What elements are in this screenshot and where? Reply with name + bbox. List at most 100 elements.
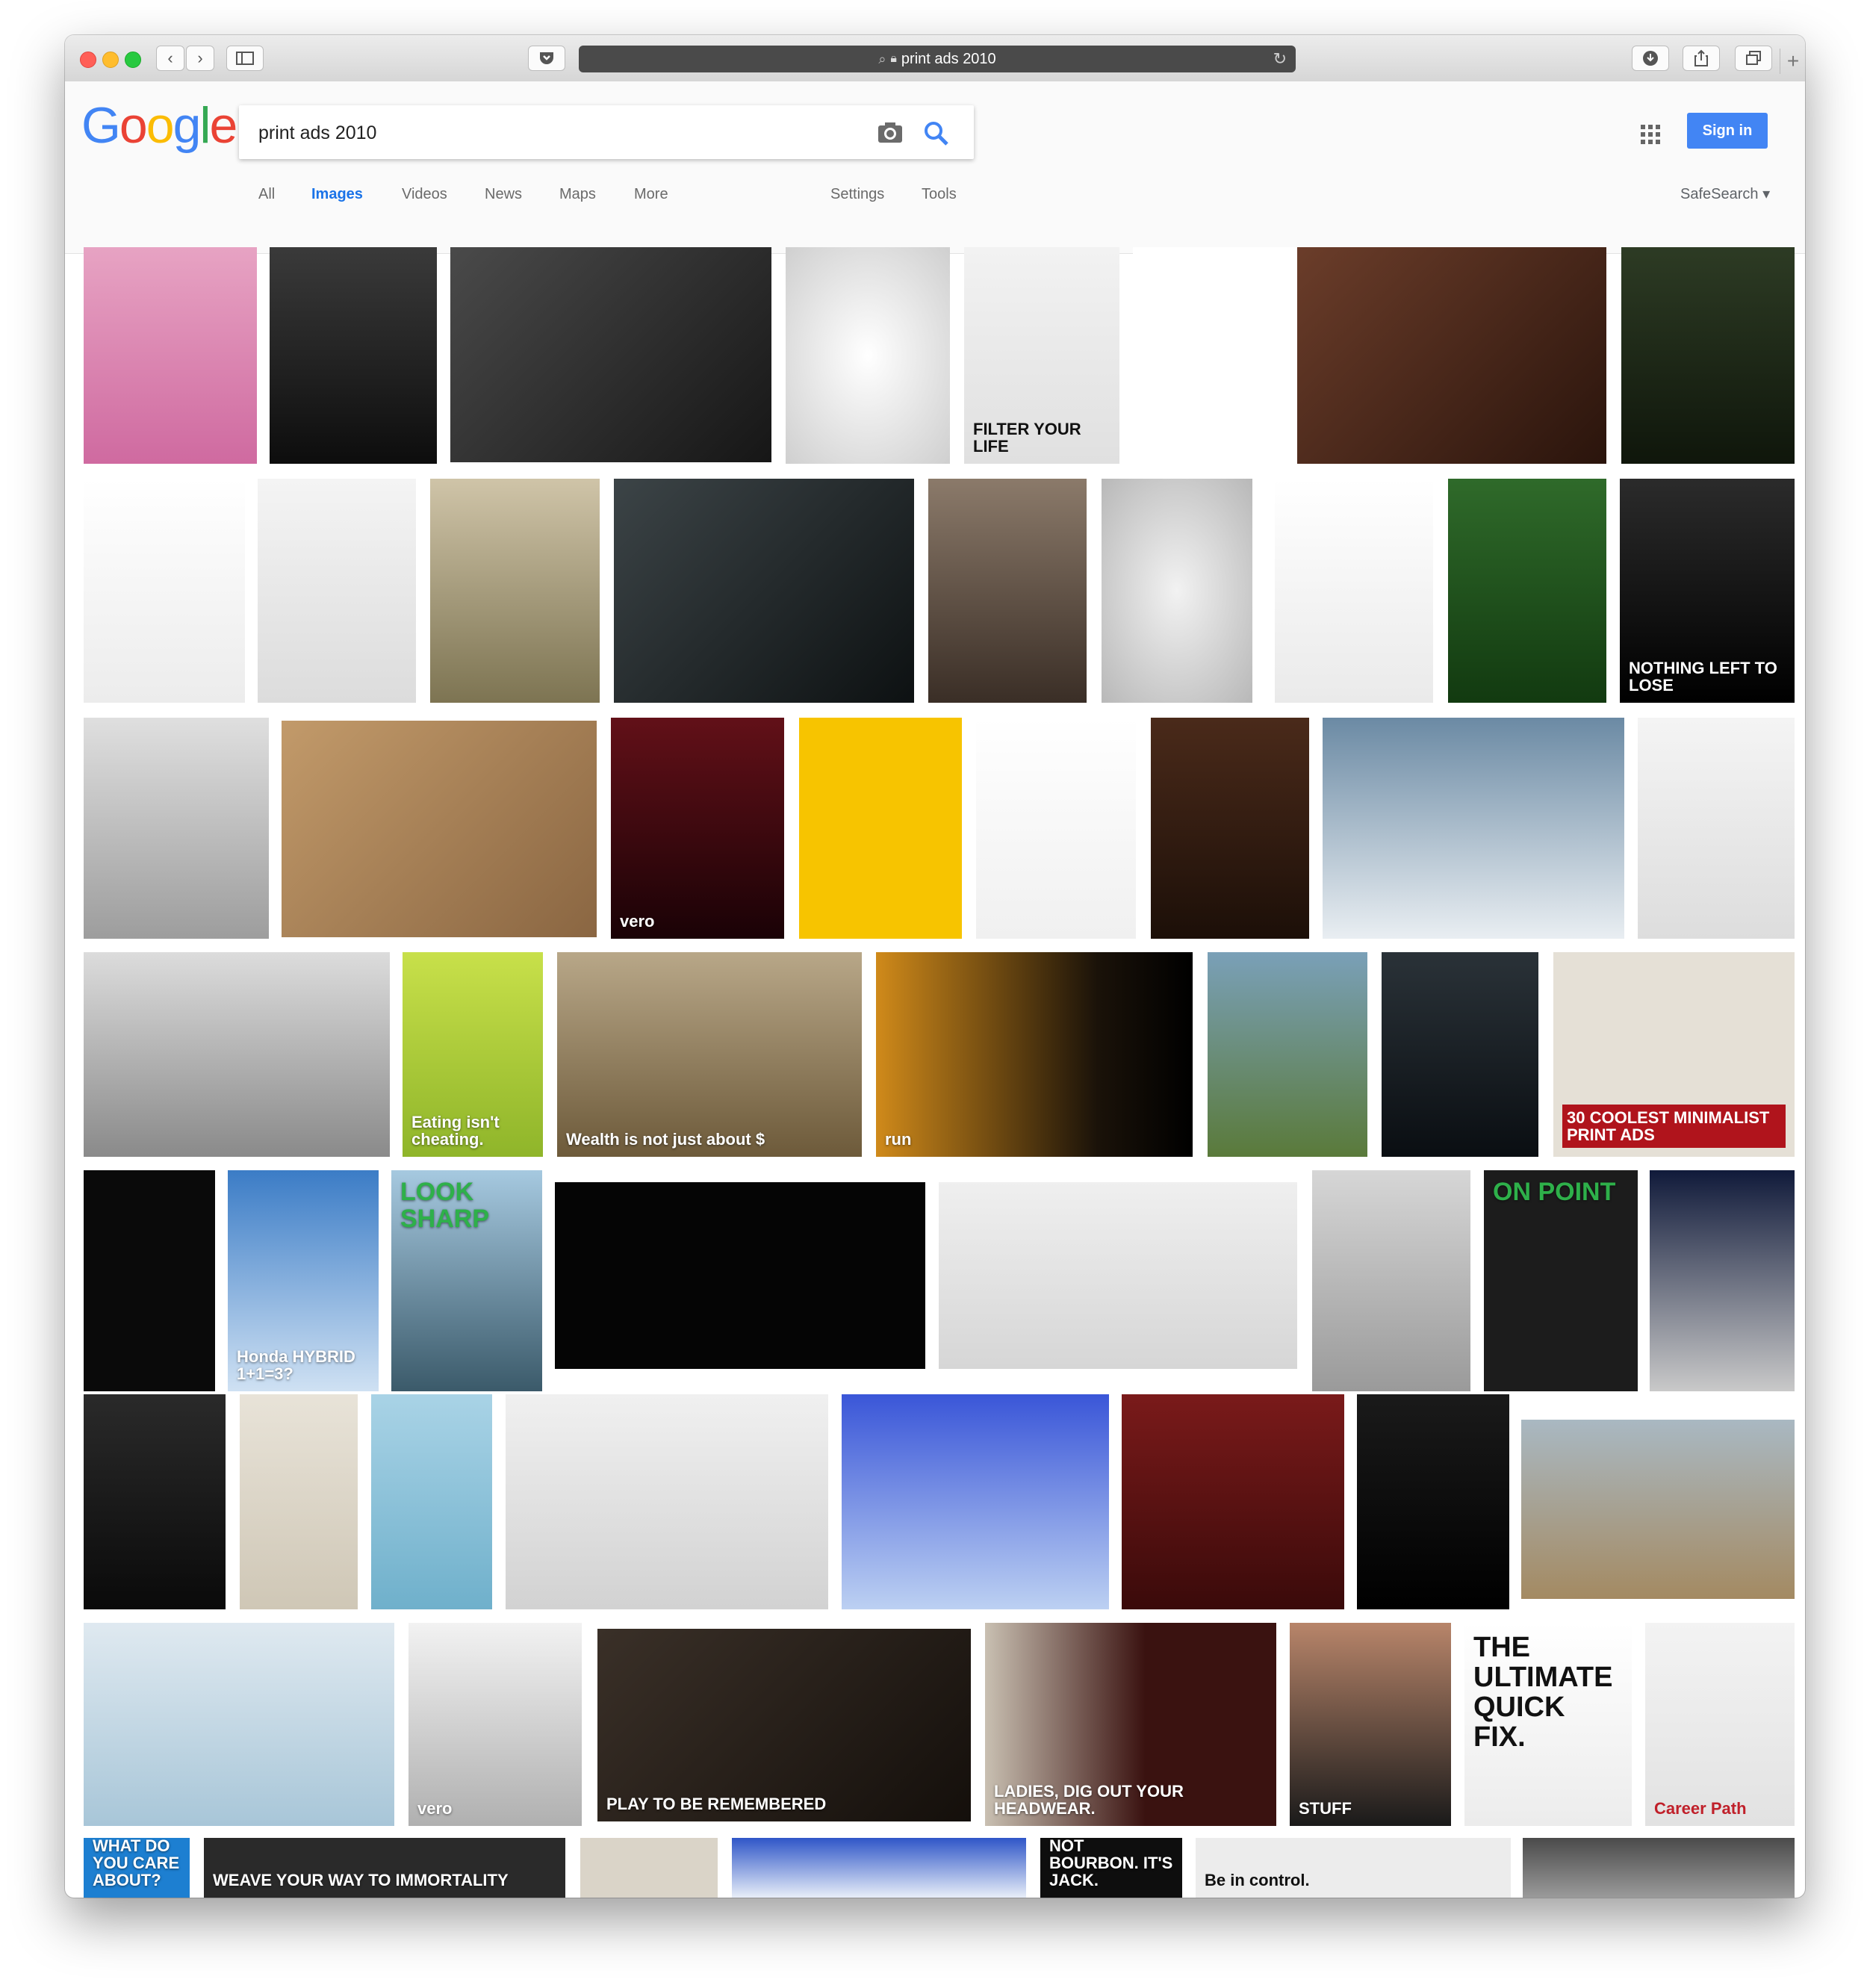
image-result-thumbnail[interactable] (842, 1394, 1109, 1609)
tab-videos[interactable]: Videos (402, 186, 447, 203)
image-result-thumbnail[interactable] (1323, 718, 1624, 939)
image-result-thumbnail[interactable] (430, 479, 600, 703)
image-result-thumbnail[interactable]: PLAY TO BE REMEMBERED (597, 1629, 971, 1821)
sign-in-button[interactable]: Sign in (1687, 113, 1768, 149)
share-button[interactable] (1683, 46, 1720, 71)
image-result-thumbnail[interactable]: LOOK SHARP (391, 1170, 542, 1391)
settings-link[interactable]: Settings (830, 186, 884, 203)
back-button[interactable]: ‹ (156, 46, 184, 71)
image-result-thumbnail[interactable] (270, 247, 437, 464)
image-result-thumbnail[interactable]: THE ULTIMATE QUICK FIX. (1464, 1623, 1632, 1826)
thumbnail-caption: THE ULTIMATE QUICK FIX. (1473, 1632, 1613, 1753)
tools-link[interactable]: Tools (922, 186, 957, 203)
image-result-thumbnail[interactable] (1275, 479, 1433, 703)
image-result-thumbnail[interactable] (450, 247, 771, 462)
image-result-thumbnail[interactable] (1312, 1170, 1470, 1391)
image-result-thumbnail[interactable]: NOTHING LEFT TO LOSE (1620, 479, 1795, 703)
image-result-thumbnail[interactable]: WEAVE YOUR WAY TO IMMORTALITY (204, 1838, 565, 1898)
image-result-thumbnail[interactable]: WHAT DO YOU CARE ABOUT? (84, 1838, 190, 1898)
address-bar[interactable]: ⌕ 🔒︎ print ads 2010 ↻ (579, 46, 1296, 72)
url-text: print ads 2010 (901, 50, 996, 67)
image-result-thumbnail[interactable]: Wealth is not just about $ (557, 952, 862, 1157)
safesearch-dropdown[interactable]: SafeSearch ▾ (1680, 184, 1770, 203)
image-result-thumbnail[interactable] (1382, 952, 1538, 1157)
image-result-thumbnail[interactable] (976, 718, 1136, 939)
image-result-thumbnail[interactable] (84, 1623, 394, 1826)
pocket-button[interactable] (528, 46, 565, 71)
image-result-thumbnail[interactable] (1102, 479, 1252, 703)
image-result-thumbnail[interactable] (1638, 718, 1795, 939)
image-result-thumbnail[interactable] (786, 247, 950, 464)
forward-button[interactable]: › (186, 46, 214, 71)
image-result-thumbnail[interactable]: IT'S NOT SCOTCH. IT'S NOT BOURBON. IT'S … (1040, 1838, 1182, 1898)
image-result-thumbnail[interactable] (1297, 247, 1606, 464)
image-result-thumbnail[interactable] (371, 1394, 492, 1609)
image-result-thumbnail[interactable]: Be in control. (1196, 1838, 1511, 1898)
image-result-thumbnail[interactable] (84, 479, 245, 703)
image-result-thumbnail[interactable] (84, 1394, 226, 1609)
minimize-window-button[interactable] (102, 52, 119, 68)
image-result-thumbnail[interactable] (258, 479, 416, 703)
tab-maps[interactable]: Maps (559, 186, 596, 203)
reload-icon[interactable]: ↻ (1273, 49, 1287, 69)
google-logo[interactable]: Google (81, 96, 237, 155)
image-result-thumbnail[interactable] (732, 1838, 1026, 1898)
image-result-thumbnail[interactable] (1521, 1420, 1795, 1599)
thumbnail-caption: ON POINT (1493, 1178, 1616, 1206)
image-result-thumbnail[interactable]: STUFF (1290, 1623, 1451, 1826)
image-result-thumbnail[interactable] (799, 718, 962, 939)
image-result-thumbnail[interactable]: Honda HYBRID 1+1=3? (228, 1170, 379, 1391)
tab-all[interactable]: All (258, 186, 275, 203)
image-result-thumbnail[interactable] (84, 247, 257, 464)
thumbnail-caption: vero (620, 911, 655, 931)
apps-grid-icon[interactable] (1641, 125, 1660, 144)
image-result-thumbnail[interactable] (84, 718, 269, 939)
image-result-thumbnail[interactable] (506, 1394, 828, 1609)
new-tab-button[interactable]: + (1780, 49, 1805, 74)
image-result-thumbnail[interactable]: vero (611, 718, 784, 939)
image-result-thumbnail[interactable]: FILTER YOUR LIFE (964, 247, 1119, 464)
image-result-thumbnail[interactable]: Eating isn't cheating. (403, 952, 543, 1157)
image-result-thumbnail[interactable] (282, 721, 597, 937)
image-result-thumbnail[interactable] (1122, 1394, 1344, 1609)
image-result-thumbnail[interactable]: ON POINT (1484, 1170, 1638, 1391)
image-result-thumbnail[interactable]: LADIES, DIG OUT YOUR HEADWEAR. (985, 1623, 1276, 1826)
image-result-thumbnail[interactable] (580, 1838, 718, 1898)
image-result-thumbnail[interactable] (928, 479, 1087, 703)
search-input[interactable] (257, 119, 827, 147)
search-icon[interactable] (923, 120, 950, 146)
share-icon (1694, 49, 1708, 66)
image-result-thumbnail[interactable] (1208, 952, 1367, 1157)
image-result-thumbnail[interactable] (1621, 247, 1795, 464)
image-result-thumbnail[interactable] (1357, 1394, 1509, 1609)
image-result-thumbnail[interactable] (1133, 247, 1306, 464)
thumbnail-caption: LOOK SHARP (400, 1178, 490, 1233)
image-result-thumbnail[interactable] (555, 1182, 925, 1369)
tab-images[interactable]: Images (311, 186, 363, 203)
zoom-window-button[interactable] (125, 52, 141, 68)
image-result-thumbnail[interactable] (240, 1394, 358, 1609)
image-result-thumbnail[interactable] (1151, 718, 1309, 939)
tab-more[interactable]: More (634, 186, 668, 203)
image-result-thumbnail[interactable] (1650, 1170, 1795, 1391)
image-result-thumbnail[interactable] (614, 479, 914, 703)
image-result-thumbnail[interactable]: Career Path (1645, 1623, 1795, 1826)
downloads-button[interactable] (1632, 46, 1669, 71)
logo-letter: G (81, 97, 121, 154)
thumbnail-caption: WEAVE YOUR WAY TO IMMORTALITY (213, 1870, 509, 1889)
image-result-thumbnail[interactable] (84, 1170, 215, 1391)
sidebar-button[interactable] (226, 46, 264, 71)
image-result-thumbnail[interactable] (1448, 479, 1606, 703)
close-window-button[interactable] (80, 52, 96, 68)
image-result-thumbnail[interactable]: vero (408, 1623, 582, 1826)
browser-toolbar: ‹ › ⌕ 🔒︎ print ads 2010 ↻ + (65, 35, 1805, 82)
camera-icon[interactable] (877, 120, 904, 144)
tabs-overview-button[interactable] (1735, 46, 1772, 71)
tab-news[interactable]: News (485, 186, 522, 203)
image-result-thumbnail[interactable] (84, 952, 390, 1157)
image-result-thumbnail[interactable] (1523, 1838, 1795, 1898)
image-result-thumbnail[interactable]: run (876, 952, 1193, 1157)
image-result-thumbnail[interactable]: 30 COOLEST MINIMALIST PRINT ADS (1553, 952, 1795, 1157)
image-result-thumbnail[interactable] (939, 1182, 1297, 1369)
lock-icon: 🔒︎ (890, 52, 897, 65)
